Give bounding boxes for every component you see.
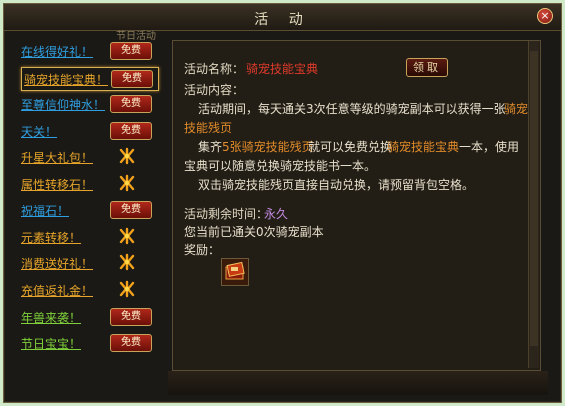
- activity-item[interactable]: 在线得好礼！ 免费: [3, 40, 156, 62]
- content-para1-c: 技能残页: [184, 121, 233, 135]
- claim-available-icon[interactable]: [118, 227, 136, 245]
- activity-item[interactable]: 升星大礼包！: [3, 146, 156, 168]
- scrollbar-thumb[interactable]: [530, 51, 538, 346]
- free-button[interactable]: 免费: [110, 334, 152, 352]
- claim-available-icon[interactable]: [118, 280, 136, 298]
- content-para2-f: 宝典可以随意兑换骑宠技能书一本。: [184, 159, 377, 173]
- claim-button[interactable]: 领取: [406, 58, 448, 77]
- activity-item-label[interactable]: 消费送好礼！: [21, 255, 93, 272]
- activity-item-label[interactable]: 节日宝宝！: [21, 335, 81, 352]
- activity-content-label: 活动内容：: [184, 83, 245, 97]
- activity-item-label[interactable]: 在线得好礼！: [21, 43, 93, 60]
- free-button[interactable]: 免费: [110, 308, 152, 326]
- claim-available-icon[interactable]: [118, 147, 136, 165]
- window-title: 活 动: [254, 12, 311, 28]
- content-para1-b: 骑宠: [504, 102, 529, 116]
- activity-item-label[interactable]: 祝福石！: [21, 202, 69, 219]
- activity-item[interactable]: 骑宠技能宝典！ 免费: [21, 67, 159, 91]
- claim-available-icon[interactable]: [118, 253, 136, 271]
- activity-item[interactable]: 消费送好礼！: [3, 252, 156, 274]
- activity-name-label: 活动名称：: [184, 62, 245, 76]
- activity-item-label[interactable]: 至尊信仰神水！: [21, 96, 105, 113]
- reward-label: 奖励：: [184, 243, 221, 257]
- activity-item-label[interactable]: 元素转移！: [21, 229, 81, 246]
- activity-item-label[interactable]: 天关！: [21, 123, 57, 140]
- remaining-time-label: 活动剩余时间：: [184, 207, 269, 221]
- free-button[interactable]: 免费: [110, 95, 152, 113]
- activity-item-label[interactable]: 属性转移石！: [21, 176, 93, 193]
- content-para1-a: 活动期间，每天通关3次任意等级的骑宠副本可以获得一张: [198, 102, 506, 116]
- free-button[interactable]: 免费: [110, 122, 152, 140]
- activity-item-label[interactable]: 充值返礼金！: [21, 282, 93, 299]
- activity-item[interactable]: 天关！ 免费: [3, 120, 156, 142]
- remaining-time-value: 永久: [264, 207, 289, 221]
- claim-available-icon[interactable]: [118, 174, 136, 192]
- activity-item[interactable]: 充值返礼金！: [3, 279, 156, 301]
- activity-name-value: 骑宠技能宝典: [246, 62, 319, 76]
- activity-item[interactable]: 年兽来袭！ 免费: [3, 306, 156, 328]
- progress-text: 您当前已通关0次骑宠副本: [184, 225, 324, 239]
- activity-item[interactable]: 属性转移石！: [3, 173, 156, 195]
- activity-item[interactable]: 祝福石！ 免费: [3, 199, 156, 221]
- free-button[interactable]: 免费: [110, 201, 152, 219]
- bottom-bar: [168, 371, 548, 395]
- close-icon[interactable]: ×: [537, 8, 553, 24]
- content-para2-c: 就可以免费兑换: [308, 140, 393, 154]
- reward-skill-book-icon[interactable]: [221, 258, 249, 286]
- content-para2-a: 集齐: [198, 140, 223, 154]
- detail-scrollbar[interactable]: [528, 41, 539, 368]
- title-bar: 活 动 ×: [4, 4, 561, 31]
- activity-item-label[interactable]: 升星大礼包！: [21, 149, 93, 166]
- content-para2-b: 5张骑宠技能残页: [222, 140, 314, 154]
- free-button[interactable]: 免费: [111, 70, 153, 88]
- content-para2-e: 一本，使用: [459, 140, 520, 154]
- activity-item[interactable]: 节日宝宝！ 免费: [3, 332, 156, 354]
- activity-item[interactable]: 至尊信仰神水！ 免费: [3, 93, 156, 115]
- activity-item-label[interactable]: 骑宠技能宝典！: [24, 71, 108, 88]
- content-para2-d: 骑宠技能宝典: [387, 140, 460, 154]
- activity-item[interactable]: 元素转移！: [3, 226, 156, 248]
- free-button[interactable]: 免费: [110, 42, 152, 60]
- activity-list: 在线得好礼！ 免费 骑宠技能宝典！ 免费 至尊信仰神水！ 免费 天关！ 免费 升星大礼包！ 属性转…: [3, 36, 159, 364]
- activity-item-label[interactable]: 年兽来袭！: [21, 309, 81, 326]
- content-para3: 双击骑宠技能残页直接自动兑换，请预留背包空格。: [198, 178, 475, 192]
